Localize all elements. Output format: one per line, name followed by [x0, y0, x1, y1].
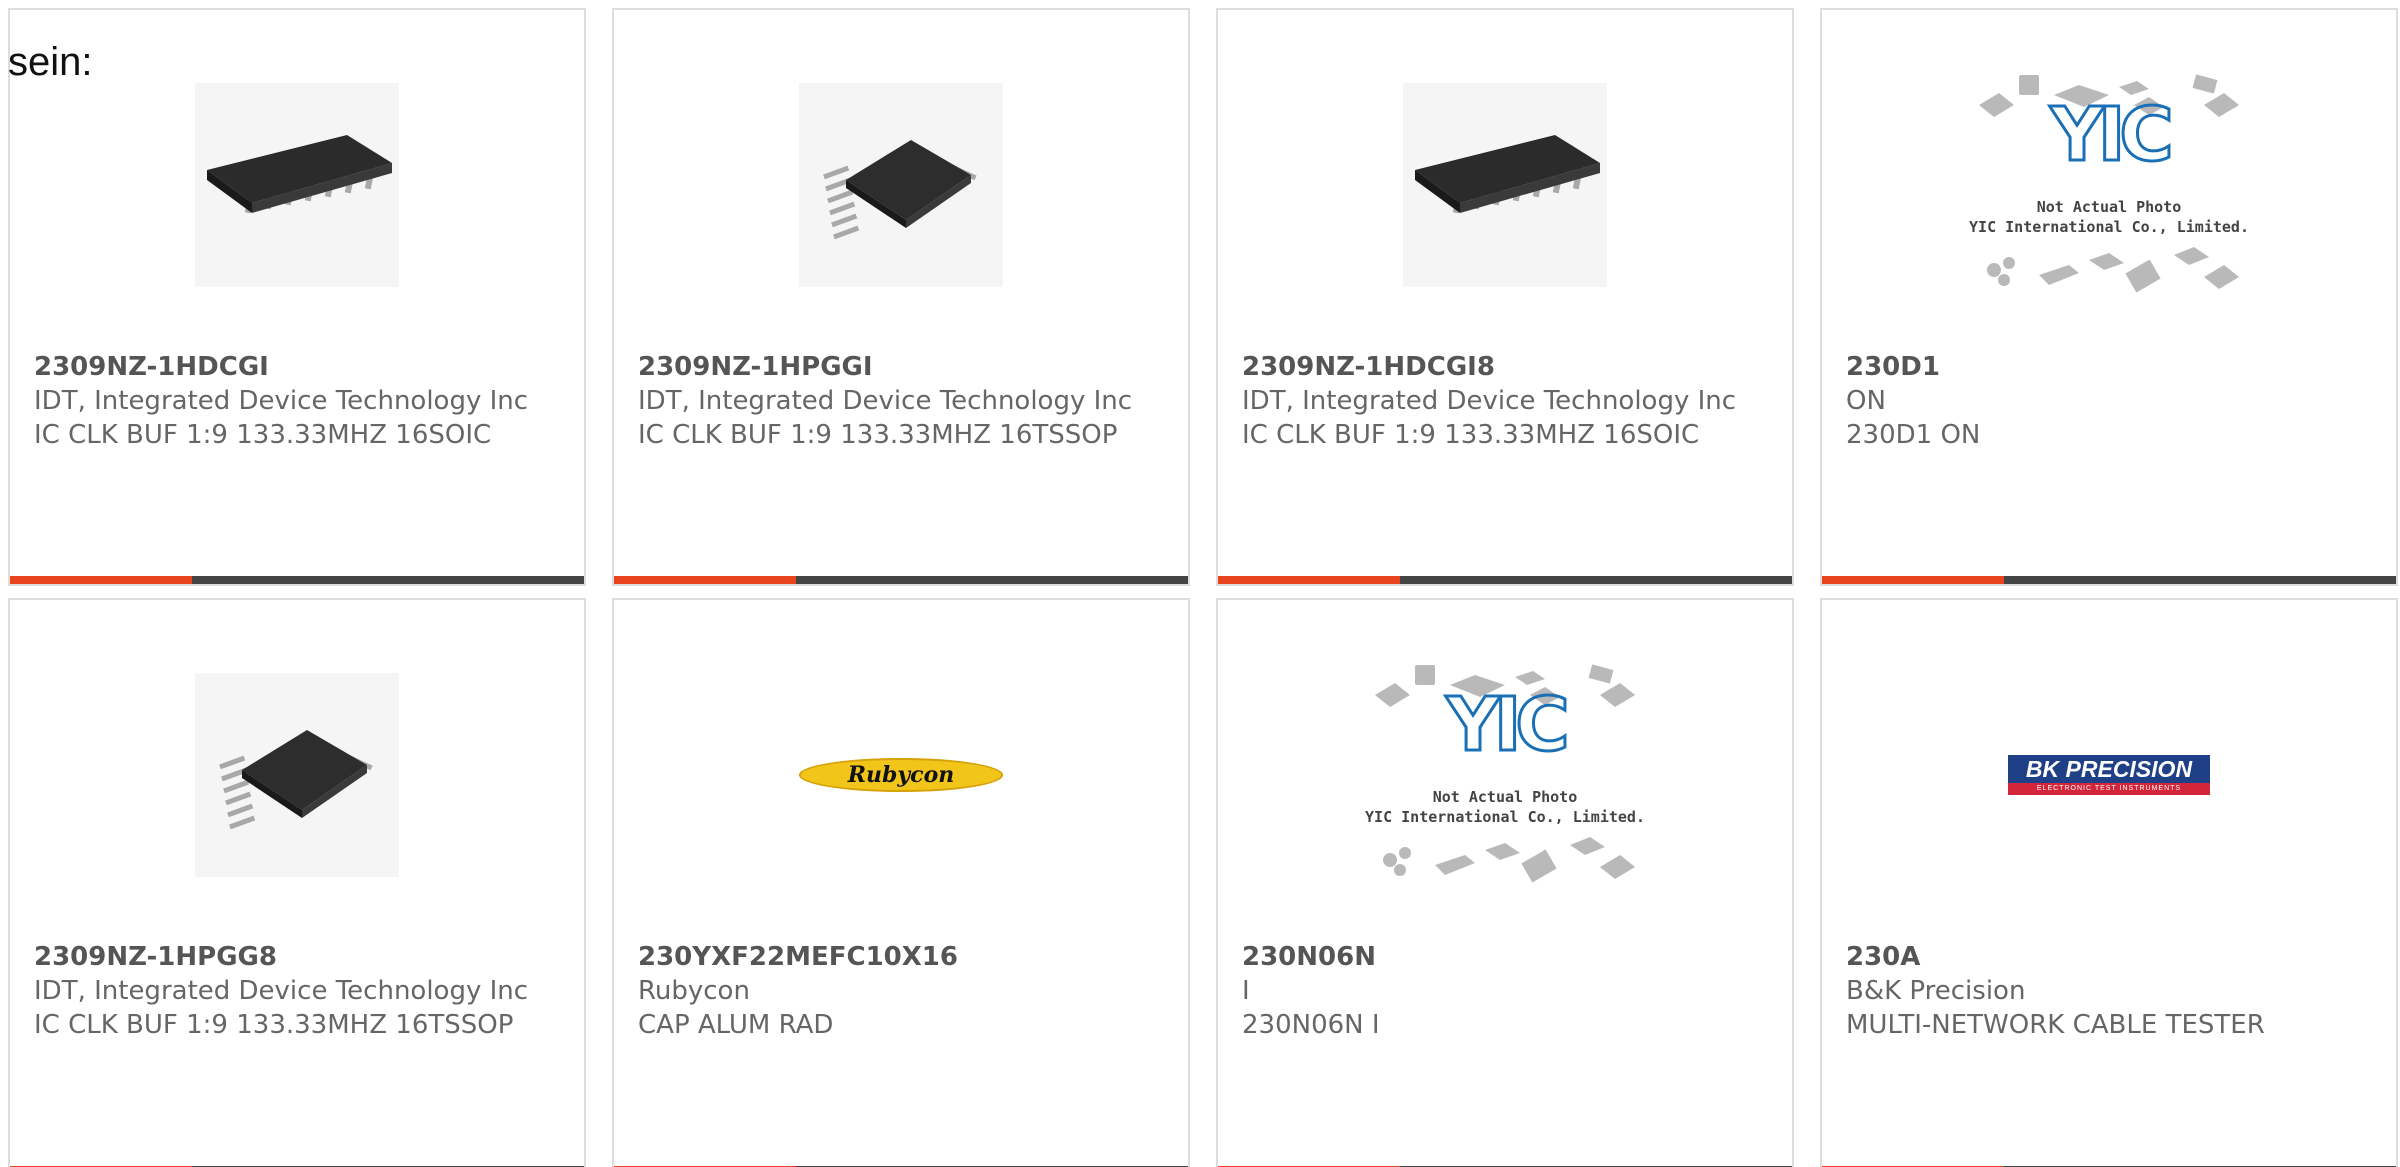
svg-text:YIC: YIC — [1445, 682, 1565, 768]
description: CAP ALUM RAD — [638, 1010, 834, 1040]
description: 230D1 ON — [1846, 420, 1981, 450]
description: IC CLK BUF 1:9 133.33MHZ 16TSSOP — [34, 1010, 514, 1040]
card-accent — [10, 576, 192, 584]
product-card[interactable]: BK PRECISION ELECTRONIC TEST INSTRUMENTS… — [1820, 598, 2398, 1167]
card-accent — [1822, 576, 2004, 584]
product-image: YIC Not Actual Photo YIC International C… — [1218, 660, 1792, 890]
product-image: YIC Not Actual Photo YIC International C… — [1822, 70, 2396, 300]
product-card[interactable]: 2309NZ-1HPGG8 IDT, Integrated Device Tec… — [8, 598, 586, 1167]
product-card[interactable]: YIC Not Actual Photo YIC International C… — [1216, 598, 1794, 1167]
product-info: 2309NZ-1HDCGI IDT, Integrated Device Tec… — [34, 350, 564, 452]
svg-text:Not Actual Photo: Not Actual Photo — [2037, 198, 2182, 216]
product-info: 2309NZ-1HPGG8 IDT, Integrated Device Tec… — [34, 940, 564, 1042]
manufacturer: B&K Precision — [1846, 976, 2026, 1006]
svg-text:YIC International Co., Limited: YIC International Co., Limited. — [1969, 218, 2249, 236]
product-info: 230D1 ON 230D1 ON — [1846, 350, 2376, 452]
intro-text: sein: — [8, 40, 93, 84]
bk-precision-logo: BK PRECISION ELECTRONIC TEST INSTRUMENTS — [2008, 755, 2210, 795]
part-number[interactable]: 230D1 — [1846, 350, 2376, 384]
soic-chip-icon — [1403, 83, 1607, 287]
tssop-chip-icon — [195, 673, 399, 877]
manufacturer: Rubycon — [638, 976, 750, 1006]
product-card[interactable]: YIC Not Actual Photo YIC International C… — [1820, 8, 2398, 586]
card-accent — [614, 576, 796, 584]
part-number[interactable]: 230N06N — [1242, 940, 1772, 974]
part-number[interactable]: 2309NZ-1HPGGI — [638, 350, 1168, 384]
part-number[interactable]: 230A — [1846, 940, 2376, 974]
product-card[interactable]: 2309NZ-1HDCGI IDT, Integrated Device Tec… — [8, 8, 586, 586]
product-image: BK PRECISION ELECTRONIC TEST INSTRUMENTS — [1822, 660, 2396, 890]
part-number[interactable]: 2309NZ-1HDCGI8 — [1242, 350, 1772, 384]
manufacturer: ON — [1846, 386, 1886, 416]
product-image — [1218, 70, 1792, 300]
part-number[interactable]: 2309NZ-1HPGG8 — [34, 940, 564, 974]
product-info: 230N06N I 230N06N I — [1242, 940, 1772, 1042]
yic-placeholder-icon: YIC Not Actual Photo YIC International C… — [1969, 74, 2249, 293]
bk-logo-text: BK PRECISION — [2008, 755, 2210, 783]
yic-placeholder-icon: YIC Not Actual Photo YIC International C… — [1365, 664, 1645, 883]
soic-chip-icon — [195, 83, 399, 287]
manufacturer: I — [1242, 976, 1250, 1006]
description: IC CLK BUF 1:9 133.33MHZ 16SOIC — [34, 420, 492, 450]
card-accent — [1218, 576, 1400, 584]
product-image — [614, 70, 1188, 300]
rubycon-logo: Rubycon — [799, 758, 1003, 792]
svg-text:YIC International Co., Limited: YIC International Co., Limited. — [1365, 808, 1645, 826]
tssop-chip-icon — [799, 83, 1003, 287]
product-info: 230A B&K Precision MULTI-NETWORK CABLE T… — [1846, 940, 2376, 1042]
product-card[interactable]: Rubycon 230YXF22MEFC10X16 Rubycon CAP AL… — [612, 598, 1190, 1167]
product-image — [10, 70, 584, 300]
product-info: 230YXF22MEFC10X16 Rubycon CAP ALUM RAD — [638, 940, 1168, 1042]
card-bottom-bar — [1218, 576, 1792, 584]
card-bottom-bar — [10, 576, 584, 584]
manufacturer: IDT, Integrated Device Technology Inc — [34, 976, 529, 1006]
description: MULTI-NETWORK CABLE TESTER — [1846, 1010, 2265, 1040]
product-info: 2309NZ-1HDCGI8 IDT, Integrated Device Te… — [1242, 350, 1772, 452]
product-card[interactable]: 2309NZ-1HDCGI8 IDT, Integrated Device Te… — [1216, 8, 1794, 586]
manufacturer: IDT, Integrated Device Technology Inc — [1242, 386, 1737, 416]
page: sein: 2309NZ-1HDCGI IDT, Integrated Devi… — [0, 0, 2400, 1167]
part-number[interactable]: 230YXF22MEFC10X16 — [638, 940, 1168, 974]
svg-text:YIC: YIC — [2049, 92, 2169, 178]
description: IC CLK BUF 1:9 133.33MHZ 16TSSOP — [638, 420, 1118, 450]
svg-text:Not Actual Photo: Not Actual Photo — [1433, 788, 1578, 806]
product-card[interactable]: 2309NZ-1HPGGI IDT, Integrated Device Tec… — [612, 8, 1190, 586]
product-grid: 2309NZ-1HDCGI IDT, Integrated Device Tec… — [8, 8, 2398, 1167]
product-image: Rubycon — [614, 660, 1188, 890]
description: IC CLK BUF 1:9 133.33MHZ 16SOIC — [1242, 420, 1700, 450]
card-bottom-bar — [1822, 576, 2396, 584]
description: 230N06N I — [1242, 1010, 1380, 1040]
product-info: 2309NZ-1HPGGI IDT, Integrated Device Tec… — [638, 350, 1168, 452]
product-image — [10, 660, 584, 890]
card-bottom-bar — [614, 576, 1188, 584]
manufacturer: IDT, Integrated Device Technology Inc — [34, 386, 529, 416]
part-number[interactable]: 2309NZ-1HDCGI — [34, 350, 564, 384]
manufacturer: IDT, Integrated Device Technology Inc — [638, 386, 1133, 416]
bk-logo-subtext: ELECTRONIC TEST INSTRUMENTS — [2008, 783, 2210, 795]
